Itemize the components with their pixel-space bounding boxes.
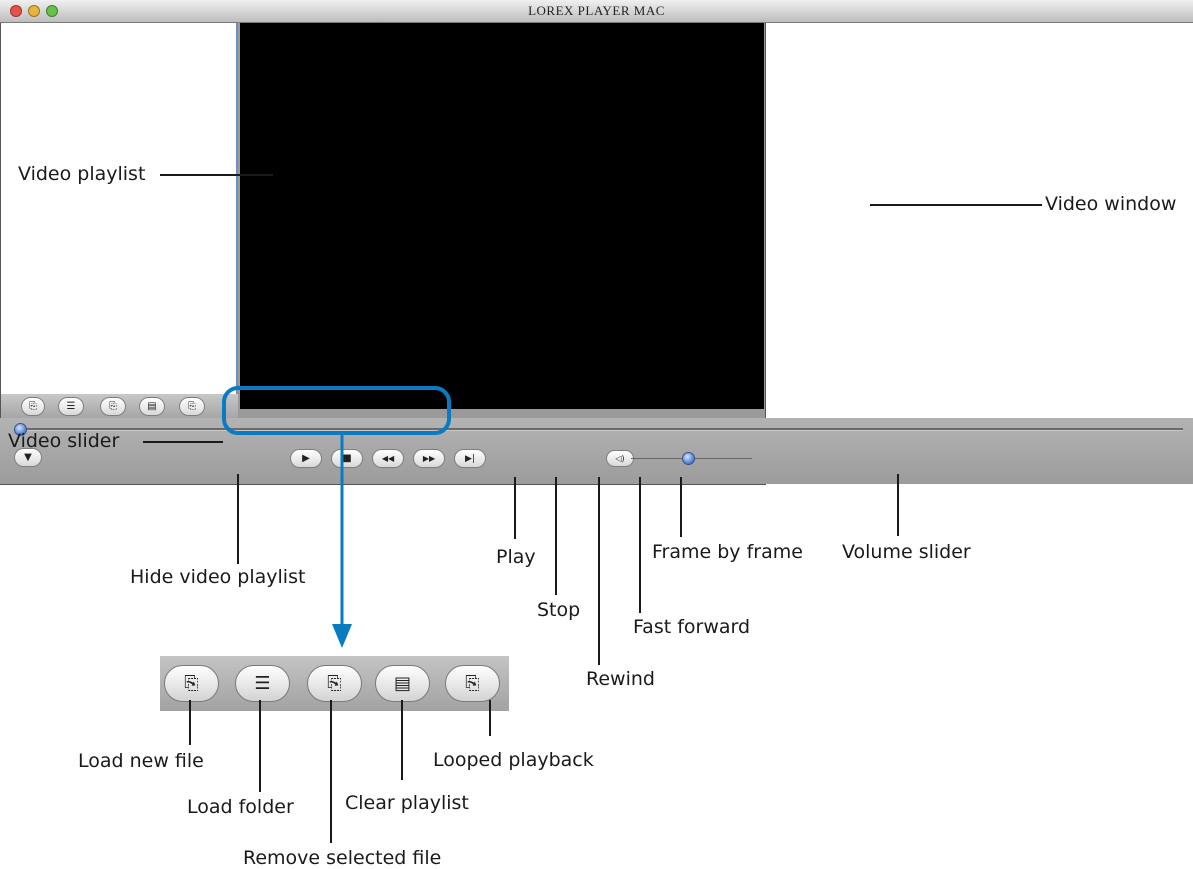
label-play: Play: [496, 546, 536, 568]
zoom-load-folder-button[interactable]: ☰: [235, 665, 290, 702]
speaker-icon: ◁): [615, 454, 625, 463]
label-stop: Stop: [537, 599, 581, 621]
clear-playlist-button[interactable]: ▤: [139, 397, 165, 416]
callout-line-clear-playlist: [401, 700, 403, 780]
zoom-clear-playlist-button[interactable]: ▤: [375, 665, 430, 702]
callout-line-volume-slider: [897, 474, 899, 536]
mute-button[interactable]: ◁): [606, 450, 634, 467]
label-clear-playlist: Clear playlist: [345, 792, 469, 814]
load-folder-icon: ☰: [254, 673, 271, 694]
looped-playback-icon: ⎘: [188, 401, 196, 412]
callout-line-stop: [555, 477, 557, 595]
load-new-file-icon: ⎘: [184, 673, 199, 694]
callout-line-play: [514, 477, 516, 539]
callout-line-video-playlist: [160, 174, 273, 176]
callout-line-load-folder: [259, 700, 261, 792]
fast-forward-icon: ▶▶: [422, 454, 436, 463]
label-video-window: Video window: [1045, 193, 1177, 215]
video-window: [240, 23, 764, 409]
zoom-remove-selected-file-button[interactable]: ⎘: [307, 665, 362, 702]
callout-arrow: [332, 432, 352, 648]
callout-line-frame-by-frame: [680, 477, 682, 537]
frame-by-frame-button[interactable]: ▶|: [454, 449, 486, 468]
zoom-load-new-file-button[interactable]: ⎘: [164, 665, 219, 702]
callout-line-rewind: [598, 477, 600, 665]
zoom-looped-playback-button[interactable]: ⎘: [445, 665, 500, 702]
label-load-folder: Load folder: [187, 796, 294, 818]
rewind-icon: ◀◀: [381, 454, 395, 463]
label-fast-forward: Fast forward: [633, 616, 751, 638]
label-rewind: Rewind: [586, 668, 655, 690]
label-hide-video-playlist: Hide video playlist: [130, 566, 306, 588]
looped-playback-icon: ⎘: [465, 673, 480, 694]
remove-file-icon: ⎘: [327, 673, 342, 694]
label-remove-selected-file: Remove selected file: [243, 847, 442, 869]
callout-line-looped-playback: [489, 700, 491, 736]
label-load-new-file: Load new file: [78, 750, 204, 772]
playlist-toolbar: ⎘ ☰ ⎘ ▤ ⎘: [1, 394, 238, 418]
playlist-toolbar-zoomed: ⎘ ☰ ⎘ ▤ ⎘: [160, 656, 509, 711]
play-button[interactable]: ▶: [290, 449, 322, 468]
load-new-file-button[interactable]: ⎘: [21, 397, 45, 416]
remove-file-icon: ⎘: [109, 401, 117, 412]
load-folder-icon: ☰: [66, 401, 76, 412]
remove-selected-file-button[interactable]: ⎘: [100, 397, 126, 416]
window-title: LOREX PLAYER MAC: [528, 3, 665, 18]
frame-forward-icon: ▶|: [465, 453, 475, 464]
label-looped-playback: Looped playback: [433, 749, 594, 771]
callout-line-video-window: [870, 204, 1042, 206]
load-folder-button[interactable]: ☰: [58, 397, 84, 416]
label-video-slider: Video slider: [8, 430, 120, 452]
callout-line-video-slider: [143, 441, 223, 443]
video-playlist[interactable]: [1, 23, 238, 394]
callout-line-fast-forward: [639, 477, 641, 613]
label-frame-by-frame: Frame by frame: [652, 541, 803, 563]
video-slider-track[interactable]: [14, 428, 1183, 431]
looped-playback-button[interactable]: ⎘: [179, 397, 205, 416]
clear-playlist-icon: ▤: [147, 401, 157, 412]
fast-forward-button[interactable]: ▶▶: [413, 449, 445, 468]
clear-playlist-icon: ▤: [393, 673, 411, 694]
play-icon: ▶: [302, 453, 310, 464]
label-volume-slider: Volume slider: [842, 541, 971, 563]
volume-slider-knob[interactable]: [682, 452, 695, 465]
label-video-playlist: Video playlist: [18, 163, 146, 185]
chevron-down-icon: ▼: [24, 452, 32, 463]
load-new-file-icon: ⎘: [29, 401, 37, 412]
callout-line-hide-playlist: [237, 474, 239, 564]
callout-line-remove-selected-file: [330, 700, 332, 843]
playlist-toolbar-highlight: [222, 386, 451, 435]
title-bar: LOREX PLAYER MAC: [0, 0, 1193, 23]
rewind-button[interactable]: ◀◀: [372, 449, 404, 468]
callout-line-load-new-file: [189, 700, 191, 745]
